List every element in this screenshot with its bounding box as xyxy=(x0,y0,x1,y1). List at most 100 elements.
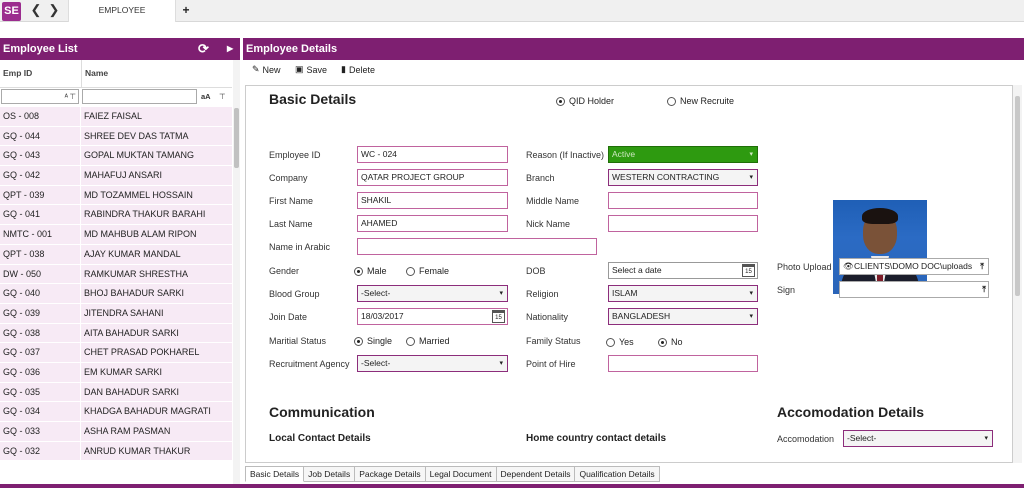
new-recruite-radio[interactable]: New Recruite xyxy=(667,96,734,106)
name-arabic-field[interactable] xyxy=(357,238,597,255)
save-button[interactable]: ▣ Save xyxy=(295,64,327,75)
filter-icon[interactable]: ⊤ xyxy=(219,92,226,101)
filter-icon[interactable]: ⊤ xyxy=(69,92,76,101)
photo-upload-field[interactable]: 👁 CLIENTS\DOMO DOC\uploads ⤒ xyxy=(839,258,989,275)
table-row[interactable]: GQ - 042 MAHAFUJ ANSARI xyxy=(0,166,232,186)
last-name-field[interactable]: AHAMED xyxy=(357,215,508,232)
refresh-icon[interactable]: ⟳ xyxy=(198,38,209,60)
sign-field[interactable]: ⤒ xyxy=(839,281,989,298)
recruitment-agency-select[interactable]: -Select- ▾ xyxy=(357,355,508,372)
gender-label: Gender xyxy=(269,266,300,276)
home-contact-heading: Home country contact details xyxy=(526,433,667,444)
form-scrollbar-thumb[interactable] xyxy=(1015,96,1020,296)
table-row[interactable]: DW - 050 RAMKUMAR SHRESTHA xyxy=(0,264,232,285)
first-name-field[interactable]: SHAKIL xyxy=(357,192,508,209)
table-row[interactable]: QPT - 038 AJAY KUMAR MANDAL xyxy=(0,244,232,265)
table-row[interactable]: NMTC - 001 MD MAHBUB ALAM RIPON xyxy=(0,225,232,245)
nick-name-label: Nick Name xyxy=(526,219,571,229)
nationality-select[interactable]: BANGLADESH ▾ xyxy=(608,308,758,325)
basic-details-heading: Basic Details xyxy=(269,91,357,107)
back-arrow-icon[interactable]: ❮ xyxy=(28,2,44,18)
upload-icon[interactable]: ⤒ xyxy=(978,259,986,274)
reason-inactive-select[interactable]: Active ▾ xyxy=(608,146,758,163)
recruitment-agency-label: Recruitment Agency xyxy=(269,359,350,369)
gender-male-radio[interactable]: Male xyxy=(354,266,387,276)
new-button[interactable]: ✎ New xyxy=(252,64,281,75)
emp-id-cell: GQ - 041 xyxy=(0,205,81,225)
calendar-icon[interactable]: 15 xyxy=(492,310,505,323)
tab-qualification-details[interactable]: Qualification Details xyxy=(575,466,660,482)
tab-job-details[interactable]: Job Details xyxy=(304,466,356,482)
middle-name-field[interactable] xyxy=(608,192,758,209)
dob-field[interactable]: Select a date 15 xyxy=(608,262,758,279)
nick-name-field[interactable] xyxy=(608,215,758,232)
tab-package-details[interactable]: Package Details xyxy=(355,466,426,482)
tab-basic-details[interactable]: Basic Details xyxy=(245,466,305,482)
religion-select[interactable]: ISLAM ▾ xyxy=(608,285,758,302)
table-row[interactable]: GQ - 037 CHET PRASAD POKHAREL xyxy=(0,343,232,363)
table-row[interactable]: QPT - 039 MD TOZAMMEL HOSSAIN xyxy=(0,185,232,206)
sort-icon[interactable]: ᴬ xyxy=(65,92,68,101)
list-scrollbar-thumb[interactable] xyxy=(234,108,239,168)
table-row[interactable]: GQ - 038 AITA BAHADUR SARKI xyxy=(0,323,232,344)
calendar-icon[interactable]: 15 xyxy=(742,264,755,277)
name-cell: SHREE DEV DAS TATMA xyxy=(81,126,232,146)
family-status-label: Family Status xyxy=(526,336,581,346)
table-row[interactable]: GQ - 039 JITENDRA SAHANI xyxy=(0,303,232,324)
name-cell: KHADGA BAHADUR MAGRATI xyxy=(81,402,232,421)
column-name[interactable]: Name xyxy=(85,68,108,78)
table-row[interactable]: GQ - 035 DAN BAHADUR SARKI xyxy=(0,382,232,403)
qid-holder-radio[interactable]: QID Holder xyxy=(556,96,614,106)
forward-arrow-icon[interactable]: ❯ xyxy=(46,2,62,18)
join-date-field[interactable]: 18/03/2017 15 xyxy=(357,308,508,325)
app-logo: SE xyxy=(2,2,21,21)
point-of-hire-field[interactable] xyxy=(608,355,758,372)
branch-label: Branch xyxy=(526,173,555,183)
emp-id-cell: GQ - 036 xyxy=(0,362,81,382)
emp-id-filter-input[interactable]: ᴬ ⊤ xyxy=(1,89,79,104)
column-emp-id[interactable]: Emp ID xyxy=(3,68,32,78)
tab-legal-document[interactable]: Legal Document xyxy=(425,466,497,482)
radio-icon xyxy=(658,337,667,347)
family-status-no-radio[interactable]: No xyxy=(658,337,683,347)
view-eye-icon[interactable]: 👁 xyxy=(843,259,854,274)
table-row[interactable]: GQ - 043 GOPAL MUKTAN TAMANG xyxy=(0,146,232,167)
upload-icon[interactable]: ⤒ xyxy=(982,282,986,297)
blood-group-select[interactable]: -Select- ▾ xyxy=(357,285,508,302)
marital-married-radio[interactable]: Married xyxy=(406,336,450,346)
collapse-arrow-icon[interactable]: ▶ xyxy=(227,38,233,60)
table-row[interactable]: GQ - 040 BHOJ BAHADUR SARKI xyxy=(0,284,232,304)
case-sensitive-icon[interactable]: aA xyxy=(201,92,211,101)
emp-id-cell: GQ - 044 xyxy=(0,126,81,146)
table-row[interactable]: GQ - 041 RABINDRA THAKUR BARAHI xyxy=(0,205,232,226)
table-row[interactable]: GQ - 034 KHADGA BAHADUR MAGRATI xyxy=(0,402,232,422)
accomodation-select[interactable]: -Select- ▾ xyxy=(843,430,993,447)
join-date-label: Join Date xyxy=(269,312,308,322)
employee-id-field[interactable]: WC - 024 xyxy=(357,146,508,163)
delete-button[interactable]: ▮ Delete xyxy=(341,64,375,75)
tab-employee[interactable]: EMPLOYEE xyxy=(68,0,176,22)
emp-id-cell: QPT - 039 xyxy=(0,185,81,205)
gender-female-radio[interactable]: Female xyxy=(406,266,449,276)
table-row[interactable]: GQ - 032 ANRUD KUMAR THAKUR xyxy=(0,441,232,462)
company-label: Company xyxy=(269,173,308,183)
accomodation-label: Accomodation xyxy=(777,434,835,444)
marital-single-radio[interactable]: Single xyxy=(354,336,392,346)
table-row[interactable]: GQ - 036 EM KUMAR SARKI xyxy=(0,362,232,383)
name-cell: RABINDRA THAKUR BARAHI xyxy=(81,205,232,225)
reason-inactive-label: Reason (If Inactive) xyxy=(526,150,605,160)
name-filter-input[interactable] xyxy=(82,89,197,104)
table-row[interactable]: GQ - 033 ASHA RAM PASMAN xyxy=(0,422,232,442)
name-cell: EM KUMAR SARKI xyxy=(81,362,232,382)
table-row[interactable]: OS - 008 FAIEZ FAISAL xyxy=(0,107,232,127)
radio-icon xyxy=(354,336,363,346)
local-contact-heading: Local Contact Details xyxy=(269,433,371,444)
family-status-yes-radio[interactable]: Yes xyxy=(606,337,634,347)
tab-dependent-details[interactable]: Dependent Details xyxy=(496,466,576,482)
table-row[interactable]: GQ - 044 SHREE DEV DAS TATMA xyxy=(0,126,232,147)
company-field[interactable]: QATAR PROJECT GROUP xyxy=(357,169,508,186)
name-arabic-label: Name in Arabic xyxy=(269,242,331,252)
emp-id-cell: GQ - 043 xyxy=(0,146,81,166)
new-tab-button[interactable]: + xyxy=(179,1,193,19)
branch-select[interactable]: WESTERN CONTRACTING ▾ xyxy=(608,169,758,186)
